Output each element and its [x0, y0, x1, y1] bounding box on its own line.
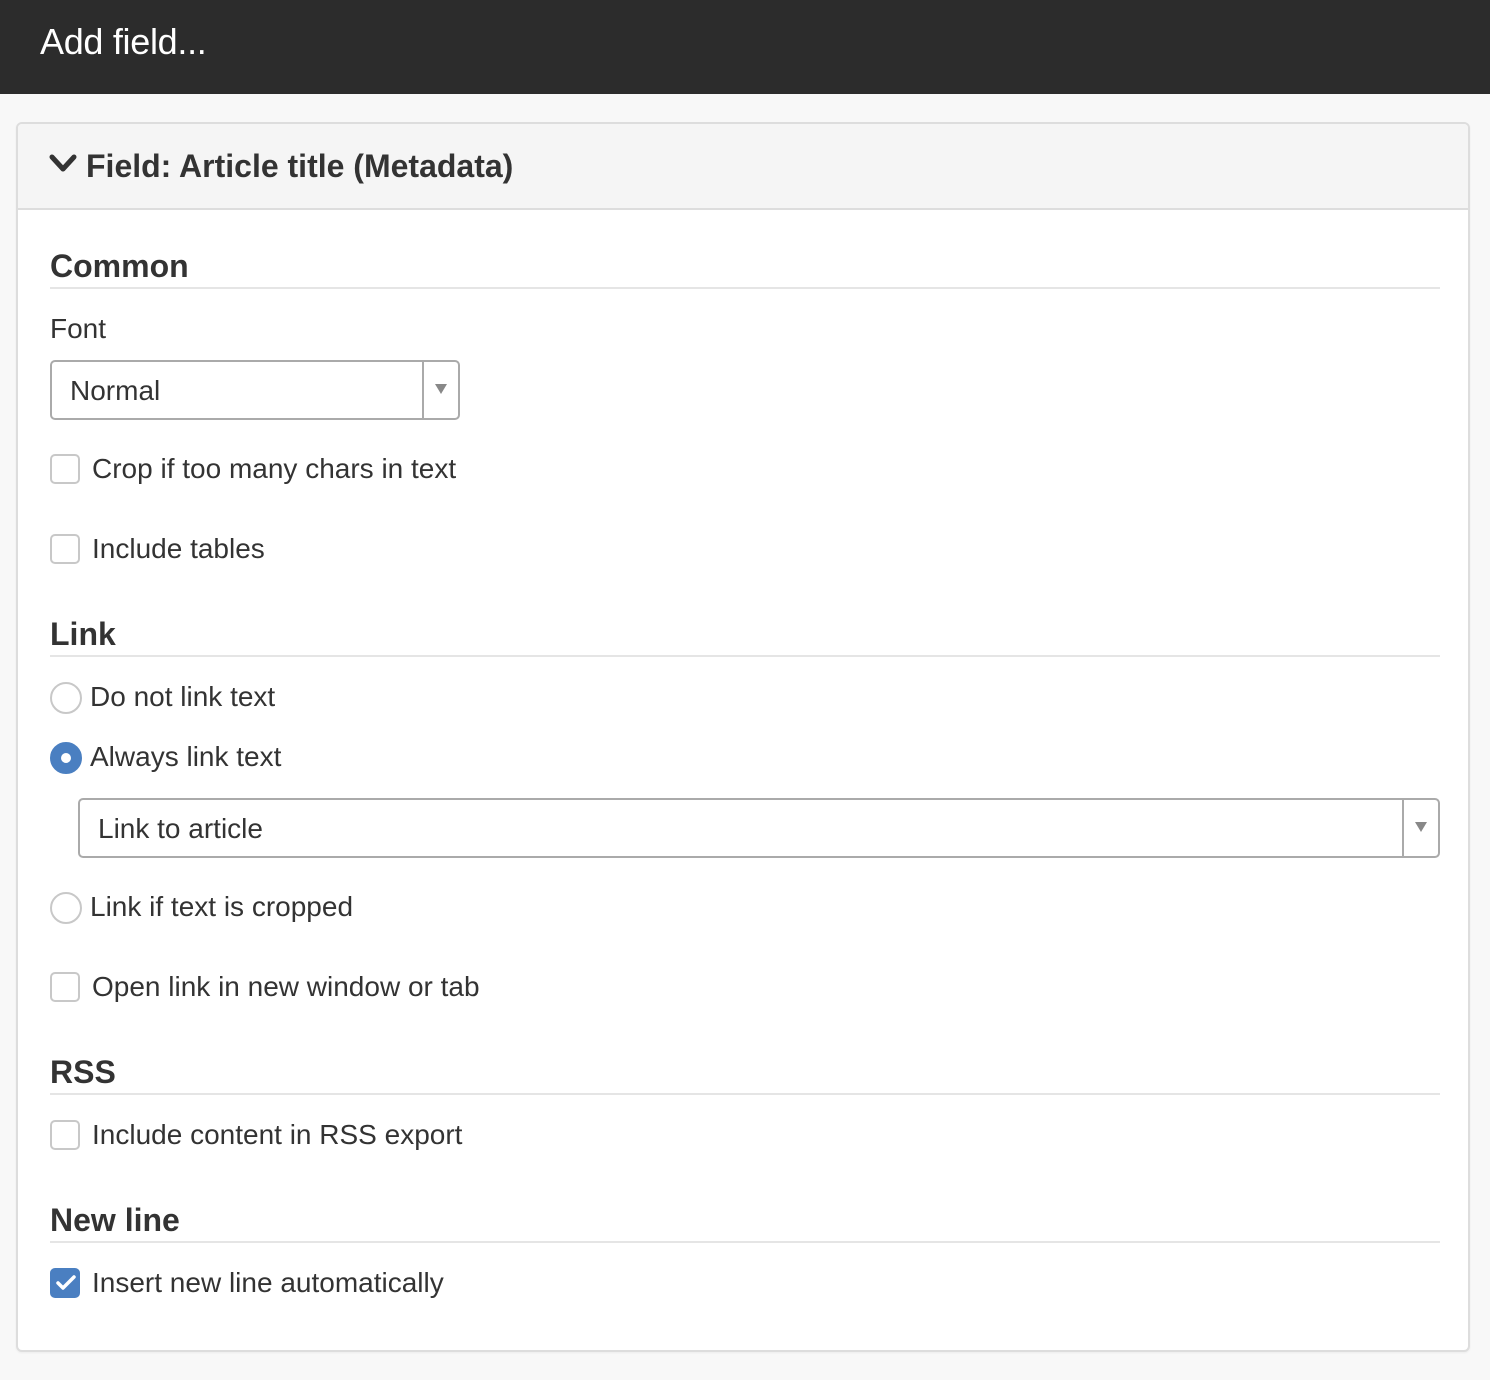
- radio-label-no-link[interactable]: Do not link text: [90, 680, 275, 714]
- include-rss-checkbox[interactable]: [50, 1120, 80, 1150]
- font-label: Font: [50, 313, 107, 344]
- section-heading-rss: RSS: [50, 1054, 116, 1090]
- link-target-select[interactable]: Link to article: [78, 798, 1440, 858]
- new-window-checkbox[interactable]: [50, 972, 80, 1002]
- window-titlebar: Add field...: [0, 0, 1490, 94]
- section-heading-new-line: New line: [50, 1202, 180, 1238]
- font-select-value: Normal: [70, 375, 161, 406]
- field-settings-panel: Field: Article title (Metadata) Common F…: [16, 122, 1470, 1352]
- radio-no-link[interactable]: [50, 682, 82, 714]
- section-heading-link: Link: [50, 616, 116, 652]
- chevron-down-icon[interactable]: [48, 152, 78, 176]
- dropdown-arrow-icon[interactable]: [422, 362, 458, 418]
- section-divider: [50, 655, 1440, 657]
- checkmark-icon: [56, 1275, 76, 1290]
- link-target-select-value: Link to article: [98, 813, 263, 844]
- include-tables-checkbox[interactable]: [50, 534, 80, 564]
- crop-checkbox-label[interactable]: Crop if too many chars in text: [92, 452, 456, 486]
- include-rss-checkbox-label[interactable]: Include content in RSS export: [92, 1118, 462, 1152]
- panel-title: Field: Article title (Metadata): [86, 148, 514, 184]
- include-tables-checkbox-label[interactable]: Include tables: [92, 532, 265, 566]
- radio-label-link-if-cropped[interactable]: Link if text is cropped: [90, 890, 353, 924]
- radio-link-if-cropped[interactable]: [50, 892, 82, 924]
- font-select[interactable]: Normal: [50, 360, 460, 420]
- panel-header[interactable]: Field: Article title (Metadata): [18, 124, 1468, 210]
- crop-checkbox[interactable]: [50, 454, 80, 484]
- window-title: Add field...: [40, 21, 207, 62]
- section-heading-common: Common: [50, 248, 189, 284]
- dropdown-arrow-icon[interactable]: [1402, 800, 1438, 856]
- radio-label-always-link[interactable]: Always link text: [90, 740, 281, 774]
- section-divider: [50, 287, 1440, 289]
- section-divider: [50, 1093, 1440, 1095]
- radio-always-link[interactable]: [50, 742, 82, 774]
- section-divider: [50, 1241, 1440, 1243]
- insert-new-line-checkbox[interactable]: [50, 1268, 80, 1298]
- new-window-checkbox-label[interactable]: Open link in new window or tab: [92, 970, 480, 1004]
- insert-new-line-checkbox-label[interactable]: Insert new line automatically: [92, 1266, 444, 1300]
